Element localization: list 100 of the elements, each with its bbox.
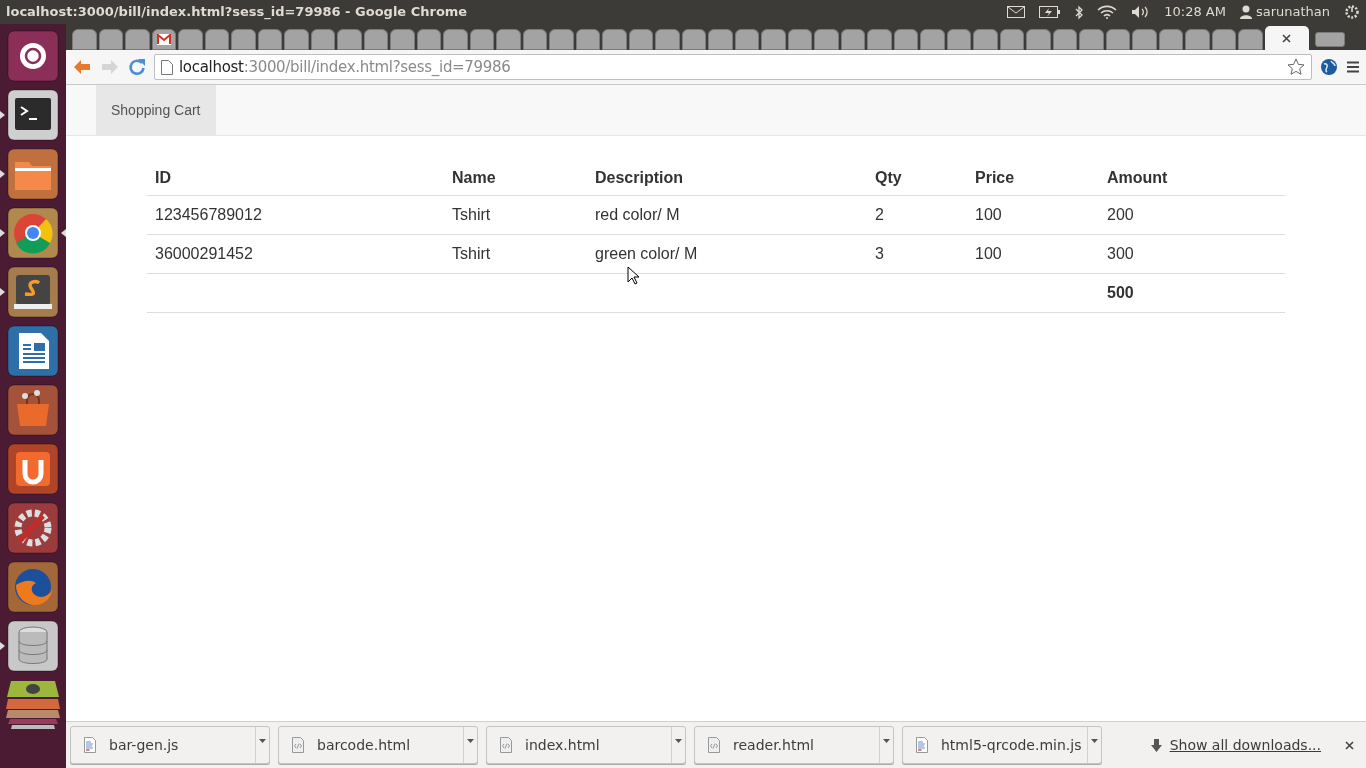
table-cell-text: Tshirt xyxy=(451,244,492,264)
browser-tab[interactable] xyxy=(284,29,309,50)
browser-tab[interactable] xyxy=(920,29,945,50)
download-item[interactable]: html5-qrcode.min.js xyxy=(902,726,1102,764)
browser-tab[interactable] xyxy=(734,29,759,50)
dropdown-button[interactable] xyxy=(671,727,685,763)
nav-link[interactable]: Shopping Cart xyxy=(96,85,216,135)
show-all-downloads-link[interactable]: Show all downloads... xyxy=(1169,734,1321,756)
browser-tab[interactable] xyxy=(363,29,388,50)
browser-tab[interactable] xyxy=(310,29,335,50)
mail-icon xyxy=(156,34,171,45)
browser-tab[interactable] xyxy=(840,29,865,50)
chrome-launcher-icon[interactable] xyxy=(7,207,59,259)
file-name: html5-qrcode.min.js xyxy=(941,735,1083,755)
browser-tab[interactable] xyxy=(549,29,574,50)
battery-icon[interactable] xyxy=(1039,6,1062,18)
download-item[interactable]: index.html xyxy=(486,726,686,764)
database-launcher-icon[interactable] xyxy=(7,620,59,672)
dropdown-button[interactable] xyxy=(463,727,477,763)
browser-tab[interactable] xyxy=(575,29,600,50)
dropdown-button[interactable] xyxy=(255,727,269,763)
new-tab-button[interactable] xyxy=(1314,32,1345,47)
dropdown-button[interactable] xyxy=(1087,727,1101,763)
browser-tab[interactable] xyxy=(496,29,521,50)
file-name: reader.html xyxy=(733,735,815,755)
caret-icon xyxy=(467,739,474,743)
browser-tab[interactable] xyxy=(469,29,494,50)
close-icon[interactable] xyxy=(1345,740,1354,750)
browser-tab[interactable] xyxy=(867,29,892,50)
browser-tab[interactable] xyxy=(1211,29,1236,50)
browser-tab[interactable] xyxy=(1185,29,1210,50)
settings-launcher-icon[interactable] xyxy=(7,502,59,554)
power-gear-icon[interactable] xyxy=(1344,4,1360,20)
browser-tab[interactable] xyxy=(390,29,415,50)
column-header: Description xyxy=(594,168,684,188)
browser-tab[interactable] xyxy=(337,29,362,50)
browser-tab[interactable] xyxy=(1026,29,1051,50)
bookmark-star-icon[interactable] xyxy=(1287,58,1305,76)
browser-tab[interactable] xyxy=(681,29,706,50)
reload-icon[interactable] xyxy=(128,58,146,76)
browser-tab[interactable] xyxy=(522,29,547,50)
address-field[interactable]: localhost:3000/bill/index.html?sess_id=79986 xyxy=(154,54,1312,80)
browser-tab[interactable] xyxy=(708,29,733,50)
browser-tab[interactable] xyxy=(1052,29,1077,50)
browser-tab[interactable] xyxy=(893,29,918,50)
stacked-launcher-icons-drawing[interactable] xyxy=(5,679,61,729)
terminal-launcher-icon[interactable] xyxy=(7,89,59,141)
browser-tab[interactable] xyxy=(602,29,627,50)
wifi-icon[interactable] xyxy=(1097,5,1118,19)
browser-tab[interactable] xyxy=(814,29,839,50)
menu-icon[interactable] xyxy=(1346,60,1360,74)
download-item[interactable]: bar-gen.js xyxy=(70,726,270,764)
browser-tab[interactable] xyxy=(1105,29,1130,50)
browser-tab[interactable] xyxy=(1158,29,1183,50)
volume-icon[interactable] xyxy=(1131,5,1151,19)
folder-launcher-icon[interactable] xyxy=(7,148,59,200)
browser-tab[interactable] xyxy=(787,29,812,50)
browser-tab[interactable] xyxy=(999,29,1024,50)
browser-tab[interactable] xyxy=(204,29,229,50)
browser-tab[interactable] xyxy=(1238,29,1263,50)
browser-tab[interactable] xyxy=(628,29,653,50)
bluetooth-icon[interactable] xyxy=(1075,4,1084,20)
browser-tab[interactable] xyxy=(946,29,971,50)
browser-tab[interactable] xyxy=(1132,29,1157,50)
clock[interactable]: 10:28 AM xyxy=(1164,2,1226,22)
close-icon[interactable] xyxy=(1282,33,1291,43)
editor-launcher-icon[interactable] xyxy=(7,266,59,318)
browser-tab[interactable] xyxy=(416,29,441,50)
user-icon[interactable] xyxy=(1239,5,1252,19)
browser-tab[interactable] xyxy=(1079,29,1104,50)
html-file-icon xyxy=(708,737,720,753)
browser-tab[interactable] xyxy=(151,29,176,50)
table-cell-text: 36000291452 xyxy=(154,244,254,264)
browser-tab[interactable] xyxy=(443,29,468,50)
table-cell-text: 200 xyxy=(1106,205,1135,225)
browser-tab[interactable] xyxy=(1264,26,1309,50)
table-cell-text: 300 xyxy=(1106,244,1135,264)
browser-tab[interactable] xyxy=(98,29,123,50)
dropdown-button[interactable] xyxy=(879,727,893,763)
browser-tab[interactable] xyxy=(178,29,203,50)
browser-tab[interactable] xyxy=(125,29,150,50)
globe-icon[interactable] xyxy=(1320,58,1338,76)
browser-tab[interactable] xyxy=(257,29,282,50)
back-arrow-icon[interactable] xyxy=(72,59,92,75)
browser-tab[interactable] xyxy=(231,29,256,50)
download-item[interactable]: barcode.html xyxy=(278,726,478,764)
cloud-launcher-icon[interactable] xyxy=(7,443,59,495)
download-item[interactable]: reader.html xyxy=(694,726,894,764)
mail-icon[interactable] xyxy=(1007,6,1026,18)
user-name[interactable]: sarunathan xyxy=(1255,2,1330,22)
table-cell-text: red color/ M xyxy=(594,205,681,225)
store-launcher-icon[interactable] xyxy=(7,384,59,436)
browser-tab[interactable] xyxy=(655,29,680,50)
browser-tab[interactable] xyxy=(973,29,998,50)
browser-tab[interactable] xyxy=(761,29,786,50)
writer-launcher-icon[interactable] xyxy=(7,325,59,377)
firefox-launcher-icon[interactable] xyxy=(7,561,59,613)
home-launcher-icon[interactable] xyxy=(7,30,59,82)
page-icon xyxy=(161,59,173,75)
browser-tab[interactable] xyxy=(72,29,97,50)
